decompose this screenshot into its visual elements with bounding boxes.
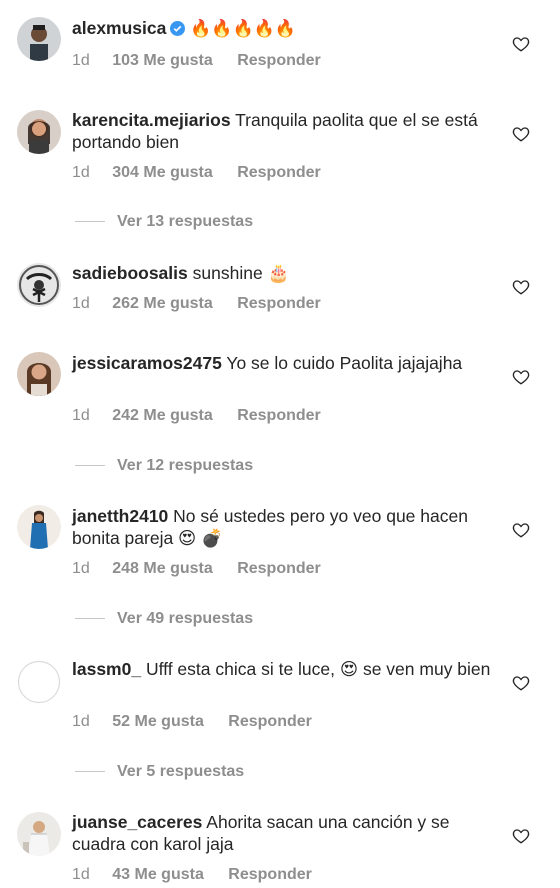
comment-likes[interactable]: 103 Me gusta bbox=[112, 52, 212, 70]
divider bbox=[75, 221, 105, 223]
heart-icon[interactable] bbox=[512, 278, 530, 296]
heart-icon[interactable] bbox=[512, 521, 530, 539]
comment-time: 1d bbox=[72, 407, 90, 424]
comment-meta: 1d 103 Me gusta Responder bbox=[72, 52, 321, 70]
comment-time: 1d bbox=[72, 866, 90, 883]
verified-badge-icon bbox=[170, 21, 186, 36]
view-replies-label: Ver 49 respuestas bbox=[117, 610, 254, 627]
view-replies-label: Ver 12 respuestas bbox=[117, 457, 254, 474]
reply-button[interactable]: Responder bbox=[237, 407, 321, 425]
heart-icon[interactable] bbox=[512, 125, 530, 143]
divider bbox=[75, 771, 105, 773]
comment-username[interactable]: lassm0_ bbox=[72, 659, 141, 679]
avatar[interactable] bbox=[17, 812, 61, 856]
comment-likes[interactable]: 248 Me gusta bbox=[112, 560, 212, 578]
reply-button[interactable]: Responder bbox=[237, 164, 321, 182]
comment-text: sunshine 🎂 bbox=[192, 263, 290, 283]
comment-time: 1d bbox=[72, 713, 90, 730]
view-replies-label: Ver 13 respuestas bbox=[117, 213, 254, 230]
comment-likes[interactable]: 52 Me gusta bbox=[112, 713, 204, 731]
comment-time: 1d bbox=[72, 295, 90, 312]
view-replies-label: Ver 5 respuestas bbox=[117, 763, 245, 780]
comment-text: Ufff esta chica si te luce, 😍 se ven muy… bbox=[145, 659, 491, 679]
comment-likes[interactable]: 43 Me gusta bbox=[112, 866, 204, 884]
comment-username[interactable]: karencita.mejiarios bbox=[72, 110, 231, 130]
comment-meta: 1d 52 Me gusta Responder bbox=[72, 713, 312, 731]
comment-time: 1d bbox=[72, 560, 90, 577]
avatar[interactable] bbox=[17, 505, 61, 549]
comment-text: Yo se lo cuido Paolita jajajajha bbox=[226, 353, 463, 373]
comment-meta: 1d 242 Me gusta Responder bbox=[72, 407, 321, 425]
comment-likes[interactable]: 262 Me gusta bbox=[112, 295, 212, 313]
avatar[interactable] bbox=[17, 352, 61, 396]
divider bbox=[75, 465, 105, 467]
reply-button[interactable]: Responder bbox=[237, 295, 321, 313]
comment-meta: 1d 43 Me gusta Responder bbox=[72, 866, 312, 884]
comment-meta: 1d 248 Me gusta Responder bbox=[72, 560, 321, 578]
comment-username[interactable]: juanse_caceres bbox=[72, 812, 202, 832]
reply-button[interactable]: Responder bbox=[228, 713, 312, 731]
reply-button[interactable]: Responder bbox=[237, 560, 321, 578]
avatar[interactable] bbox=[17, 110, 61, 154]
reply-button[interactable]: Responder bbox=[228, 866, 312, 884]
comment-time: 1d bbox=[72, 52, 90, 69]
comment-username[interactable]: alexmusica bbox=[72, 18, 166, 38]
view-replies-button[interactable]: Ver 13 respuestas bbox=[75, 213, 253, 231]
avatar[interactable] bbox=[17, 17, 61, 61]
comment-time: 1d bbox=[72, 164, 90, 181]
comment-username[interactable]: sadieboosalis bbox=[72, 263, 188, 283]
view-replies-button[interactable]: Ver 49 respuestas bbox=[75, 610, 253, 628]
heart-icon[interactable] bbox=[512, 35, 530, 53]
avatar[interactable] bbox=[17, 660, 61, 704]
comment-username[interactable]: jessicaramos2475 bbox=[72, 353, 222, 373]
heart-icon[interactable] bbox=[512, 368, 530, 386]
reply-button[interactable]: Responder bbox=[237, 52, 321, 70]
comment-username[interactable]: janetth2410 bbox=[72, 506, 168, 526]
comment-meta: 1d 304 Me gusta Responder bbox=[72, 164, 321, 182]
comment-meta: 1d 262 Me gusta Responder bbox=[72, 295, 321, 313]
heart-icon[interactable] bbox=[512, 827, 530, 845]
divider bbox=[75, 618, 105, 620]
view-replies-button[interactable]: Ver 12 respuestas bbox=[75, 457, 253, 475]
comment-likes[interactable]: 304 Me gusta bbox=[112, 164, 212, 182]
comment-text: 🔥🔥🔥🔥🔥 bbox=[190, 19, 297, 38]
comment-likes[interactable]: 242 Me gusta bbox=[112, 407, 212, 425]
avatar[interactable] bbox=[17, 263, 61, 307]
heart-icon[interactable] bbox=[512, 674, 530, 692]
view-replies-button[interactable]: Ver 5 respuestas bbox=[75, 763, 244, 781]
